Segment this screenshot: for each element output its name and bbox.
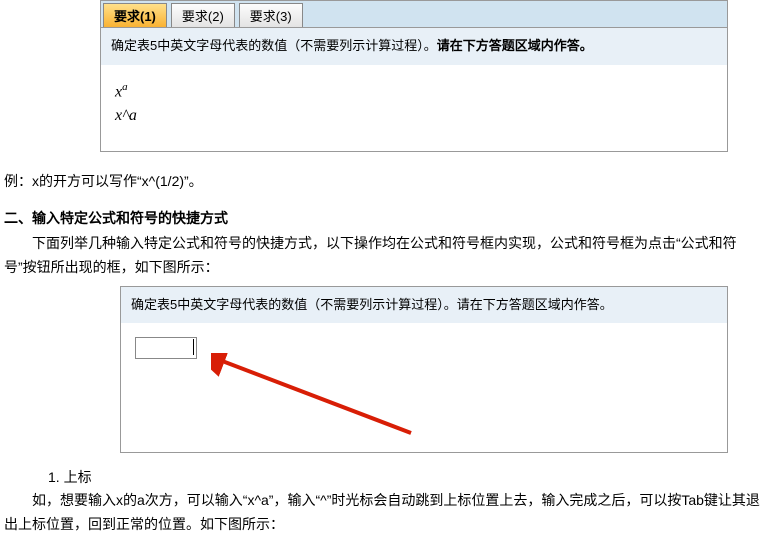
- instruction-bold-2: 请在下方答题区域内作答。: [457, 297, 613, 312]
- instruction-bar-2: 确定表5中英文字母代表的数值（不需要列示计算过程）。请在下方答题区域内作答。: [121, 287, 727, 324]
- tab-req-1[interactable]: 要求(1): [103, 3, 167, 27]
- raw-formula: x^a: [115, 107, 713, 125]
- example-line: 例：x的开方可以写作“x^(1/2)”。: [4, 170, 764, 194]
- item-1-paragraph: 如，想要输入x的a次方，可以输入“x^a”，输入“^”时光标会自动跳到上标位置上…: [4, 489, 764, 537]
- instruction-text-1: 确定表5中英文字母代表的数值（不需要列示计算过程）。: [111, 38, 437, 53]
- instruction-text-2: 确定表5中英文字母代表的数值（不需要列示计算过程）。: [131, 297, 457, 312]
- item-1-number: 1. 上标: [48, 467, 768, 487]
- instruction-bar-1: 确定表5中英文字母代表的数值（不需要列示计算过程）。请在下方答题区域内作答。: [101, 28, 727, 65]
- example-panel-2: 确定表5中英文字母代表的数值（不需要列示计算过程）。请在下方答题区域内作答。: [120, 286, 728, 454]
- arrow-icon: [211, 353, 431, 443]
- tab-req-2[interactable]: 要求(2): [171, 3, 235, 27]
- text-caret: [193, 339, 194, 355]
- tab-req-3[interactable]: 要求(3): [239, 3, 303, 27]
- instruction-bold-1: 请在下方答题区域内作答。: [437, 38, 593, 53]
- example-panel-1: 要求(1) 要求(2) 要求(3) 确定表5中英文字母代表的数值（不需要列示计算…: [100, 0, 728, 152]
- panel2-body: [121, 323, 727, 452]
- formula-input-box[interactable]: [135, 337, 197, 359]
- section-paragraph: 下面列举几种输入特定公式和符号的快捷方式，以下操作均在公式和符号框内实现，公式和…: [4, 232, 764, 280]
- section-heading: 二、输入特定公式和符号的快捷方式: [4, 208, 764, 228]
- panel1-body: xa x^a: [101, 65, 727, 151]
- tab-bar: 要求(1) 要求(2) 要求(3): [101, 1, 727, 28]
- rendered-formula: xa: [115, 81, 713, 101]
